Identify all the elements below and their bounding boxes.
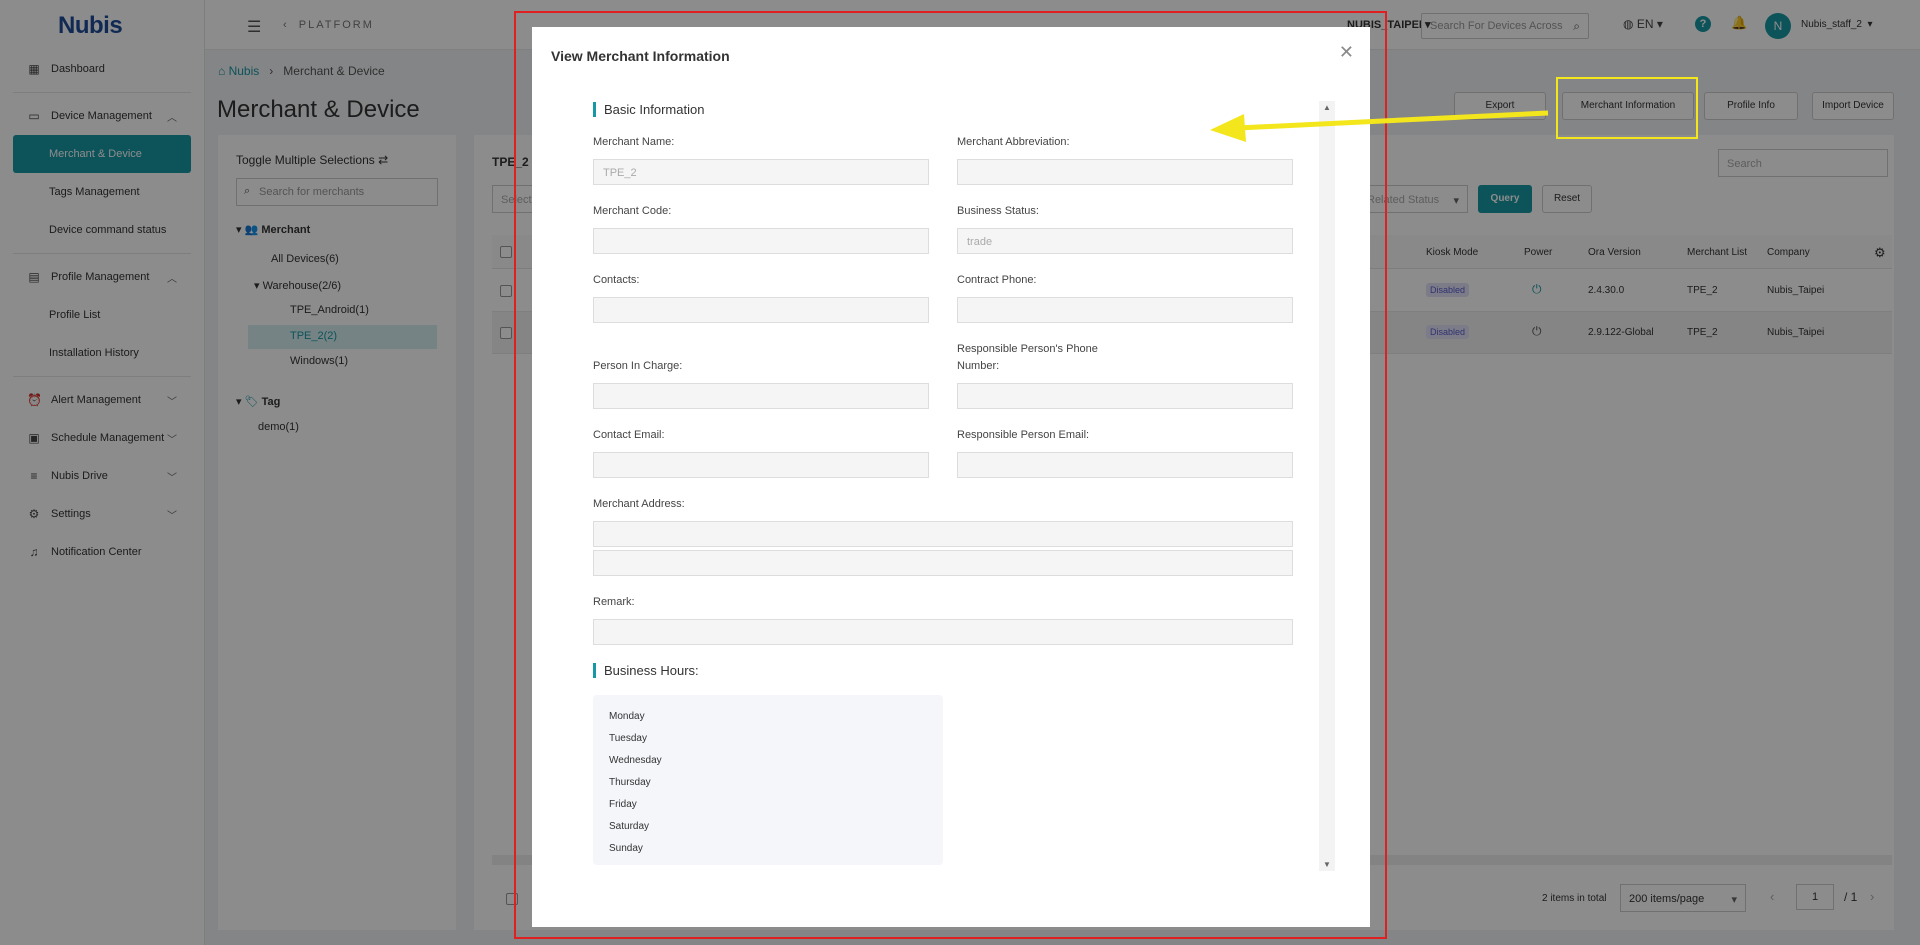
yellow-highlight-frame <box>1556 77 1698 139</box>
red-highlight-frame <box>514 11 1387 939</box>
